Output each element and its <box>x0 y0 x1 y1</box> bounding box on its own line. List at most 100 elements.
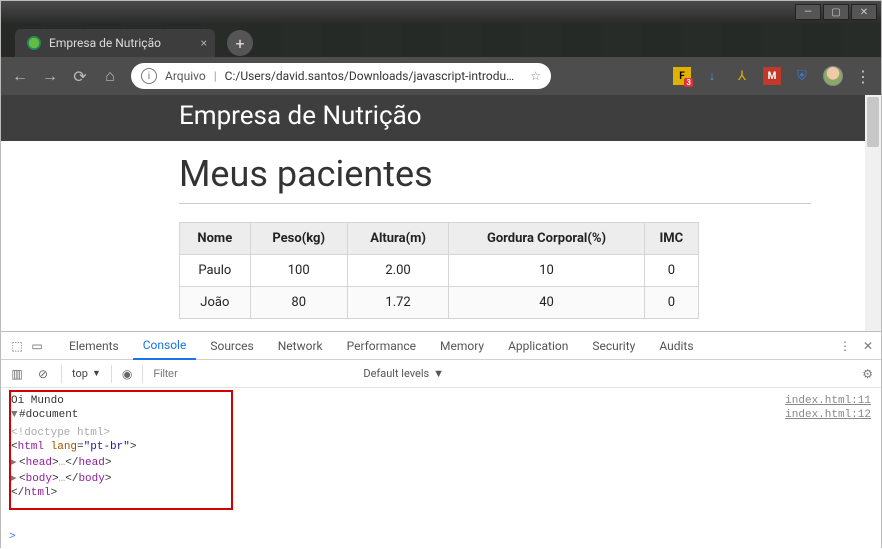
profile-avatar[interactable] <box>823 66 843 86</box>
log-levels-select[interactable]: Default levels ▼ <box>363 367 444 380</box>
browser-tab-active[interactable]: Empresa de Nutrição × <box>15 29 215 57</box>
url-scheme-label: Arquivo <box>165 69 206 83</box>
console-source-link[interactable]: index.html:11 <box>785 395 871 407</box>
device-toolbar-icon[interactable]: ▭ <box>29 338 45 354</box>
levels-label: Default levels <box>363 367 429 380</box>
cell-nome: Paulo <box>180 255 251 287</box>
tab-title: Empresa de Nutrição <box>49 36 161 50</box>
devtools-close-icon[interactable]: ✕ <box>863 339 873 353</box>
page-heading: Meus pacientes <box>179 153 881 195</box>
table-row: Paulo 100 2.00 10 0 <box>180 255 699 287</box>
dom-tree: <!doctype html> <html lang="pt-br"> ▸<he… <box>11 426 871 500</box>
browser-toolbar: ← → ⟳ ⌂ i Arquivo | C:/Users/david.santo… <box>1 57 881 95</box>
devtools-panel: ⬚ ▭ Elements Console Sources Network Per… <box>1 331 881 549</box>
toolbar-separator <box>111 365 112 383</box>
cell-altura: 2.00 <box>347 255 449 287</box>
devtools-tab-security[interactable]: Security <box>582 332 645 360</box>
page-viewport: Empresa de Nutrição Meus pacientes Nome … <box>1 95 881 331</box>
devtools-tab-sources[interactable]: Sources <box>200 332 263 360</box>
browser-tabstrip: Empresa de Nutrição × + <box>1 23 881 57</box>
clear-console-icon[interactable]: ⊘ <box>35 366 51 382</box>
window-maximize-button[interactable]: ▢ <box>823 4 849 20</box>
extension-tray: F ↓ ⅄ M ⛨ ⋮ <box>673 66 871 86</box>
forward-button[interactable]: → <box>41 66 59 86</box>
back-button[interactable]: ← <box>11 66 29 86</box>
site-header: Empresa de Nutrição <box>1 95 881 141</box>
browser-menu-icon[interactable]: ⋮ <box>855 67 871 86</box>
url-sep: | <box>214 69 217 83</box>
live-expression-icon[interactable]: ◉ <box>122 367 132 381</box>
download-icon[interactable]: ↓ <box>703 67 721 85</box>
console-settings-icon[interactable]: ⚙ <box>862 367 873 381</box>
cell-gordura: 40 <box>449 287 644 319</box>
dom-doctype: <!doctype html> <box>11 426 871 440</box>
page-scrollbar[interactable] <box>865 95 881 331</box>
bookmark-star-icon[interactable]: ☆ <box>530 69 541 83</box>
extension-m-icon[interactable]: M <box>763 67 781 85</box>
execution-context-select[interactable]: top ▼ <box>72 367 101 380</box>
devtools-tab-audits[interactable]: Audits <box>649 332 703 360</box>
devtools-tab-elements[interactable]: Elements <box>59 332 129 360</box>
console-document-label: #document <box>19 409 78 421</box>
console-log-row: Oi Mundo index.html:11 <box>11 394 871 408</box>
extension-badge-icon[interactable]: F <box>673 67 691 85</box>
devtools-tab-performance[interactable]: Performance <box>337 332 426 360</box>
dom-head[interactable]: ▸<head>…</head> <box>11 454 871 470</box>
console-sidebar-toggle-icon[interactable]: ▥ <box>9 366 25 382</box>
chevron-down-icon: ▼ <box>92 368 101 379</box>
page-content: Meus pacientes Nome Peso(kg) Altura(m) G… <box>1 153 881 319</box>
col-peso: Peso(kg) <box>250 223 347 255</box>
cell-peso: 100 <box>250 255 347 287</box>
table-header-row: Nome Peso(kg) Altura(m) Gordura Corporal… <box>180 223 699 255</box>
window-close-button[interactable]: ✕ <box>851 4 877 20</box>
console-log-text: Oi Mundo <box>11 395 64 407</box>
dom-html-close: </html> <box>11 486 871 500</box>
table-row: João 80 1.72 40 0 <box>180 287 699 319</box>
context-label: top <box>72 367 88 380</box>
devtools-menu-icon[interactable]: ⋮ <box>839 339 851 353</box>
console-prompt[interactable]: > <box>9 531 16 543</box>
inspect-element-icon[interactable]: ⬚ <box>9 338 25 354</box>
devtools-tab-application[interactable]: Application <box>498 332 578 360</box>
col-altura: Altura(m) <box>347 223 449 255</box>
cell-nome: João <box>180 287 251 319</box>
new-tab-button[interactable]: + <box>227 30 253 56</box>
window-minimize-button[interactable]: — <box>795 4 821 20</box>
extension-lambda-icon[interactable]: ⅄ <box>733 67 751 85</box>
disclosure-triangle-icon[interactable]: ▼ <box>11 409 19 421</box>
extension-shield-icon[interactable]: ⛨ <box>793 67 811 85</box>
heading-rule <box>179 203 811 204</box>
devtools-tab-network[interactable]: Network <box>268 332 333 360</box>
devtools-tab-memory[interactable]: Memory <box>430 332 494 360</box>
address-bar[interactable]: i Arquivo | C:/Users/david.santos/Downlo… <box>131 63 551 89</box>
tab-close-icon[interactable]: × <box>201 36 207 50</box>
url-text: C:/Users/david.santos/Downloads/javascri… <box>225 69 523 83</box>
console-filter-input[interactable] <box>153 368 353 380</box>
toolbar-separator <box>142 365 143 383</box>
dom-html-open: <html lang="pt-br"> <box>11 440 871 454</box>
col-nome: Nome <box>180 223 251 255</box>
cell-imc: 0 <box>644 287 698 319</box>
patients-table: Nome Peso(kg) Altura(m) Gordura Corporal… <box>179 222 699 319</box>
disclosure-triangle-icon[interactable]: ▸ <box>11 455 19 469</box>
console-output[interactable]: Oi Mundo index.html:11 ▼#document index.… <box>1 388 881 549</box>
cell-altura: 1.72 <box>347 287 449 319</box>
window-titlebar: — ▢ ✕ <box>1 1 881 23</box>
site-info-icon[interactable]: i <box>141 68 157 84</box>
disclosure-triangle-icon[interactable]: ▸ <box>11 471 19 485</box>
console-source-link[interactable]: index.html:12 <box>785 409 871 421</box>
reload-button[interactable]: ⟳ <box>71 67 89 86</box>
tab-favicon <box>27 36 41 50</box>
console-toolbar: ▥ ⊘ top ▼ ◉ Default levels ▼ ⚙ <box>1 360 881 388</box>
col-imc: IMC <box>644 223 698 255</box>
cell-peso: 80 <box>250 287 347 319</box>
devtools-tab-console[interactable]: Console <box>133 332 197 360</box>
dom-body[interactable]: ▸<body>…</body> <box>11 470 871 486</box>
devtools-tabbar: ⬚ ▭ Elements Console Sources Network Per… <box>1 332 881 360</box>
col-gordura: Gordura Corporal(%) <box>449 223 644 255</box>
scrollbar-thumb[interactable] <box>867 97 879 147</box>
cell-gordura: 10 <box>449 255 644 287</box>
console-log-row: ▼#document index.html:12 <box>11 408 871 422</box>
home-button[interactable]: ⌂ <box>101 66 119 86</box>
site-title: Empresa de Nutrição <box>179 101 881 131</box>
